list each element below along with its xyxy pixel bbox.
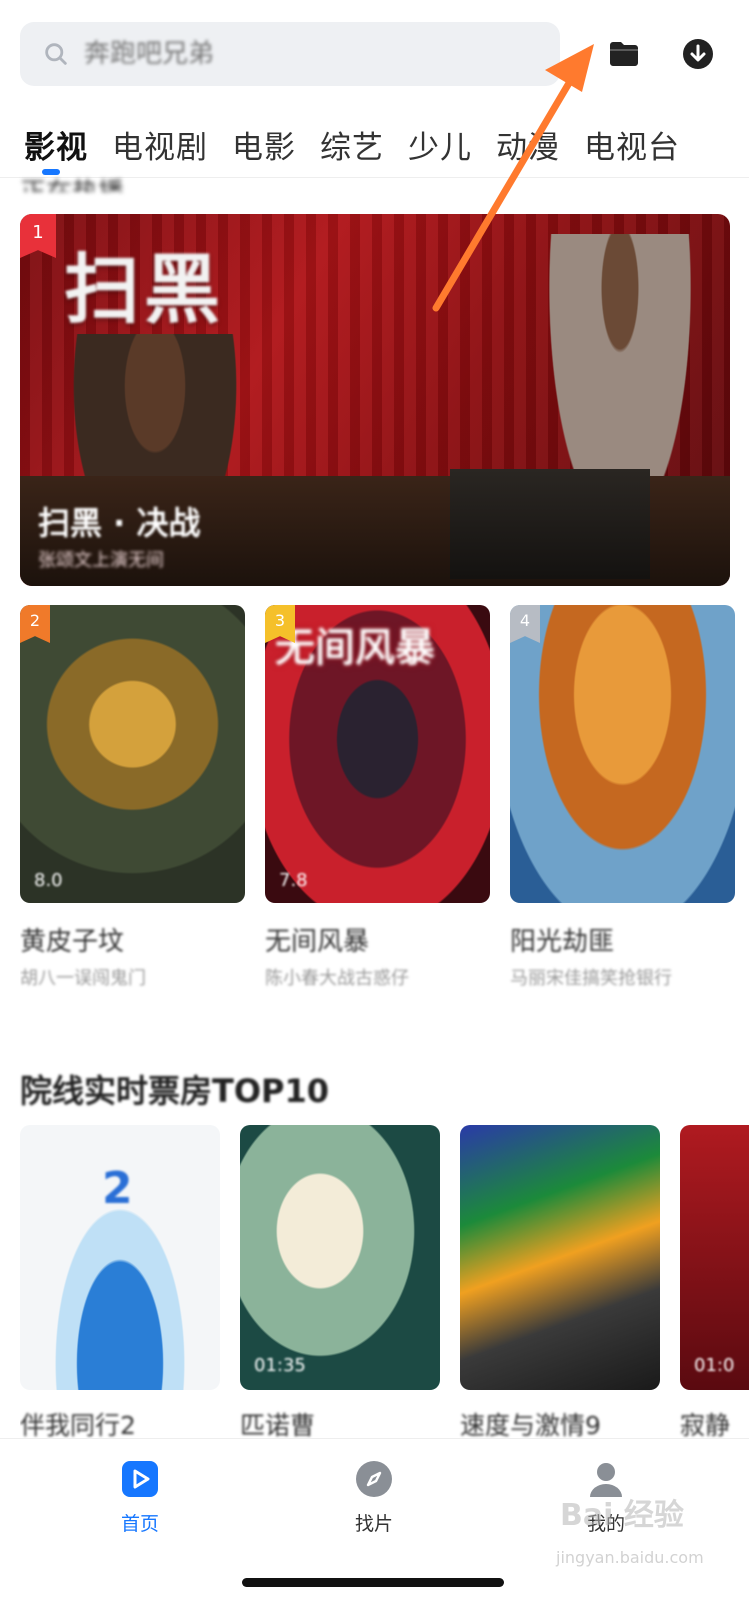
poster-card[interactable]: 无间风暴 3 7.8 无间风暴 陈小春大战古惑仔 (265, 605, 490, 990)
tab-label: 动漫 (496, 130, 560, 166)
poster-subtitle: 胡八一误闯鬼门 (20, 968, 146, 989)
poster-image: 无间风暴 3 7.8 (265, 605, 490, 903)
duration: 01:0 (694, 1355, 735, 1376)
folder-icon[interactable] (606, 36, 642, 72)
poster-logo-text: 无间风暴 (275, 625, 435, 671)
tab-label: 电视台 (584, 130, 680, 166)
box-office-title: 寂静 (680, 1411, 731, 1440)
poster-card[interactable]: 2 8.0 黄皮子坟 胡八一误闯鬼门 (20, 605, 245, 990)
tab-label: 影视 (24, 130, 88, 166)
tab-kids[interactable]: 少儿 (408, 112, 472, 177)
box-office-row: 2 伴我同行2 01:35 匹诺曹 速度与激情9 01:0 寂静 (20, 1125, 749, 1445)
tab-label: 综艺 (320, 130, 384, 166)
duration: 01:35 (254, 1355, 306, 1376)
nav-home[interactable]: 首页 (80, 1459, 200, 1536)
hot-poster-row: 2 8.0 黄皮子坟 胡八一误闯鬼门 无间风暴 3 7.8 无间风暴 陈小春大战… (20, 605, 749, 995)
tab-label: 电影 (232, 130, 296, 166)
rank-badge: 2 (20, 605, 50, 643)
tab-movie[interactable]: 电影 (232, 112, 296, 177)
nav-label: 首页 (120, 1513, 159, 1535)
category-tabs: 影视 电视剧 电影 综艺 少儿 动漫 电视台 (0, 112, 749, 178)
search-input[interactable] (84, 39, 504, 69)
tab-anime[interactable]: 动漫 (496, 112, 560, 177)
poster-image (460, 1125, 660, 1390)
search-bar[interactable] (20, 22, 560, 86)
box-office-title: 伴我同行2 (20, 1411, 136, 1440)
nav-find[interactable]: 找片 (314, 1459, 434, 1536)
tab-label: 少儿 (408, 130, 472, 166)
hero-banner[interactable]: 1 扫黑 扫黑 · 决战 张颂文上演无间 (20, 214, 730, 586)
poster-title: 阳光劫匪 (510, 927, 615, 957)
search-icon (45, 43, 67, 65)
box-office-card[interactable]: 01:35 匹诺曹 (240, 1125, 440, 1442)
hero-subtitle: 张颂文上演无间 (38, 550, 164, 571)
compass-icon (356, 1461, 392, 1497)
watermark-url: jingyan.baidu.com (556, 1548, 704, 1567)
box-office-card[interactable]: 速度与激情9 (460, 1125, 660, 1442)
poster-title: 无间风暴 (265, 927, 370, 957)
download-icon[interactable] (680, 36, 716, 72)
box-office-title: 速度与激情9 (460, 1411, 601, 1440)
box-office-card[interactable]: 2 伴我同行2 (20, 1125, 220, 1442)
home-indicator (242, 1578, 504, 1587)
tab-label: 电视剧 (112, 130, 208, 166)
poster-image: 01:0 (680, 1125, 749, 1390)
hero-logo-text: 扫黑 (64, 245, 224, 334)
poster-title: 黄皮子坟 (20, 927, 125, 957)
section-title-peek: 正在热播 (20, 172, 124, 192)
rank-badge: 4 (510, 605, 540, 643)
poster-image: 01:35 (240, 1125, 440, 1390)
hero-box (450, 469, 650, 579)
tab-yingshi[interactable]: 影视 (24, 112, 88, 177)
box-office-section-title: 院线实时票房TOP10 (20, 1072, 330, 1110)
tab-tv-series[interactable]: 电视剧 (112, 112, 208, 177)
nav-label: 找片 (354, 1513, 393, 1535)
poster-image: 2 (20, 1125, 220, 1390)
tab-tv-station[interactable]: 电视台 (584, 112, 680, 177)
play-icon (122, 1461, 158, 1497)
score: 8.0 (34, 870, 63, 891)
poster-card[interactable]: 4 阳光劫匪 马丽宋佳搞笑抢银行 (510, 605, 735, 990)
poster-image: 4 (510, 605, 735, 903)
hero-title: 扫黑 · 决战 (38, 504, 201, 542)
box-office-title: 匹诺曹 (240, 1411, 316, 1440)
watermark-logo: Bai 经验 (560, 1498, 684, 1533)
tab-variety[interactable]: 综艺 (320, 112, 384, 177)
poster-subtitle: 马丽宋佳搞笑抢银行 (510, 968, 672, 989)
poster-number: 2 (102, 1163, 133, 1214)
score: 7.8 (279, 870, 308, 891)
poster-subtitle: 陈小春大战古惑仔 (265, 968, 409, 989)
box-office-card[interactable]: 01:0 寂静 (680, 1125, 749, 1442)
poster-image: 2 8.0 (20, 605, 245, 903)
